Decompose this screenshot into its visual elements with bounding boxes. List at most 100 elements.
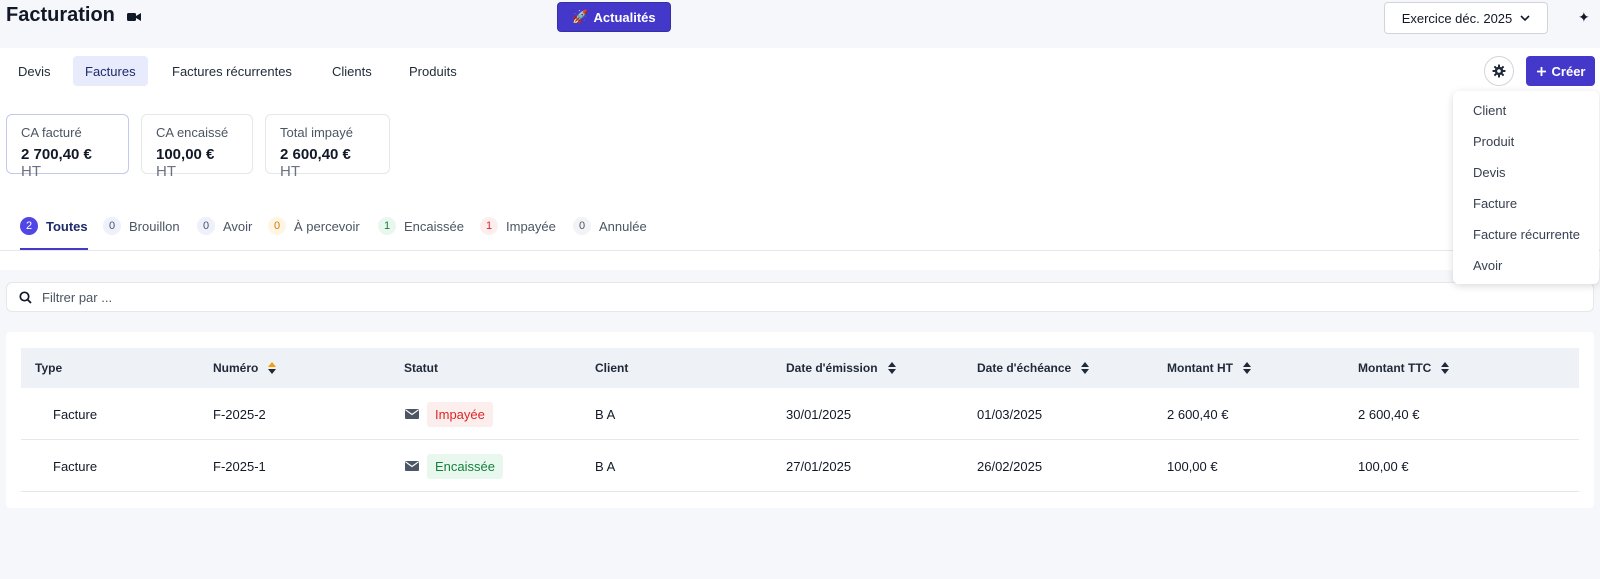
column-header-statut: Statut [404, 361, 438, 375]
column-header-date-echeance[interactable]: Date d'échéance [977, 348, 1090, 388]
cell-date-echeance: 01/03/2025 [977, 406, 1043, 422]
count-badge: 2 [20, 217, 38, 235]
count-badge: 0 [573, 217, 591, 235]
status-tab-annulee[interactable]: 0 Annulée [573, 216, 647, 236]
chevron-down-icon [1520, 15, 1530, 21]
mail-icon[interactable] [405, 461, 419, 471]
status-tab-brouillon[interactable]: 0 Brouillon [103, 216, 180, 236]
page-title: Facturation [6, 4, 115, 26]
status-tab-label: Annulée [599, 218, 647, 234]
cell-type: Facture [53, 458, 98, 474]
status-tab-avoir[interactable]: 0 Avoir [197, 216, 252, 236]
cell-date-emission: 27/01/2025 [786, 458, 852, 474]
kpi-ca-facture[interactable]: CA facturé 2 700,40 € HT [6, 114, 129, 180]
count-badge: 1 [480, 217, 498, 235]
status-tab-label: Avoir [223, 218, 253, 234]
mail-icon[interactable] [405, 409, 419, 419]
sort-icon [268, 362, 277, 374]
kpi-total-impaye[interactable]: Total impayé 2 600,40 € HT [265, 114, 390, 180]
status-badge: Encaissée [427, 453, 503, 479]
tabs-divider [0, 250, 1600, 251]
status-badge: Impayée [427, 401, 493, 427]
status-tab-label: À percevoir [294, 218, 360, 234]
fiscal-year-value: Exercice déc. 2025 [1401, 10, 1513, 26]
status-tab-label: Encaissée [404, 218, 464, 234]
column-header-client: Client [595, 361, 629, 375]
cell-montant-ht: 2 600,40 € [1167, 406, 1229, 422]
count-badge: 0 [197, 217, 215, 235]
kpi-ca-encaisse[interactable]: CA encaissé 100,00 € HT [141, 114, 253, 180]
column-header-montant-ttc[interactable]: Montant TTC [1358, 348, 1450, 388]
create-button-label: Créer [1551, 63, 1586, 79]
kpi-value: 100,00 € HT [156, 146, 215, 180]
count-badge: 1 [378, 217, 396, 235]
status-tab-label: Impayée [506, 218, 556, 234]
cell-numero: F-2025-2 [213, 406, 266, 422]
sparkle-icon[interactable]: ✦ [1578, 9, 1590, 26]
settings-button[interactable] [1484, 56, 1514, 86]
fiscal-year-select[interactable]: Exercice déc. 2025 [1384, 2, 1548, 34]
sort-icon [1242, 362, 1251, 374]
plus-icon [1536, 66, 1546, 76]
gear-icon [1492, 64, 1506, 78]
cell-statut: Encaissée [405, 440, 503, 492]
table-row[interactable]: Facture F-2025-2 Impayée B A 30/01/2025 … [21, 388, 1579, 440]
sort-icon [887, 362, 896, 374]
top-bar: Facturation 🚀 Actualités Exercice déc. 2… [0, 0, 1600, 46]
summary-area: CA facturé 2 700,40 € HT CA encaissé 100… [0, 104, 1600, 270]
video-camera-icon[interactable] [127, 12, 141, 22]
sort-icon [1081, 362, 1090, 374]
invoice-table: Type Numéro Statut Client Date d'émissio… [6, 332, 1594, 508]
kpi-label: CA encaissé [156, 125, 229, 140]
table-row[interactable]: Facture F-2025-1 Encaissée B A 27/01/202… [21, 440, 1579, 492]
count-badge: 0 [268, 217, 286, 235]
filter-input[interactable] [42, 289, 542, 305]
status-tab-impayee[interactable]: 1 Impayée [480, 216, 556, 236]
cell-client: B A [595, 406, 616, 422]
create-dropdown-menu: Client Produit Devis Facture Facture réc… [1453, 91, 1599, 284]
filter-bar[interactable] [6, 282, 1594, 312]
tab-factures-recurrentes[interactable]: Factures récurrentes [160, 56, 304, 86]
filter-section [0, 270, 1600, 326]
cell-montant-ttc: 100,00 € [1358, 458, 1409, 474]
status-tab-label: Brouillon [129, 218, 180, 234]
column-header-numero[interactable]: Numéro [213, 348, 277, 388]
rocket-icon: 🚀 [572, 9, 589, 24]
main-nav: Devis Factures Factures récurrentes Clie… [0, 48, 1600, 104]
tab-clients[interactable]: Clients [320, 56, 384, 86]
cell-montant-ht: 100,00 € [1167, 458, 1218, 474]
news-button[interactable]: 🚀 Actualités [557, 2, 671, 32]
menu-item-produit[interactable]: Produit [1453, 126, 1599, 157]
cell-client: B A [595, 458, 616, 474]
column-header-date-emission[interactable]: Date d'émission [786, 348, 896, 388]
cell-numero: F-2025-1 [213, 458, 266, 474]
cell-statut: Impayée [405, 388, 493, 440]
kpi-label: CA facturé [21, 125, 82, 140]
sort-icon [1441, 362, 1450, 374]
menu-item-devis[interactable]: Devis [1453, 157, 1599, 188]
menu-item-avoir[interactable]: Avoir [1453, 250, 1599, 281]
column-header-type: Type [35, 361, 63, 375]
tab-produits[interactable]: Produits [397, 56, 469, 86]
menu-item-facture-recurrente[interactable]: Facture récurrente [1453, 219, 1599, 250]
status-tab-encaissee[interactable]: 1 Encaissée [378, 216, 464, 236]
cell-date-echeance: 26/02/2025 [977, 458, 1043, 474]
status-tab-toutes[interactable]: 2 Toutes [20, 216, 88, 236]
menu-item-facture[interactable]: Facture [1453, 188, 1599, 219]
kpi-label: Total impayé [280, 125, 353, 140]
table-header: Type Numéro Statut Client Date d'émissio… [21, 348, 1579, 388]
cell-date-emission: 30/01/2025 [786, 406, 852, 422]
kpi-value: 2 600,40 € HT [280, 146, 351, 180]
cell-montant-ttc: 2 600,40 € [1358, 406, 1420, 422]
menu-item-client[interactable]: Client [1453, 95, 1599, 126]
column-header-montant-ht[interactable]: Montant HT [1167, 348, 1251, 388]
news-button-label: Actualités [593, 9, 656, 25]
count-badge: 0 [103, 217, 121, 235]
status-tab-a-percevoir[interactable]: 0 À percevoir [268, 216, 360, 236]
status-tab-label: Toutes [46, 218, 88, 234]
create-button[interactable]: Créer [1526, 56, 1595, 86]
tab-devis[interactable]: Devis [6, 56, 63, 86]
kpi-value: 2 700,40 € HT [21, 146, 92, 180]
tab-factures[interactable]: Factures [73, 56, 148, 86]
search-icon [19, 290, 32, 304]
